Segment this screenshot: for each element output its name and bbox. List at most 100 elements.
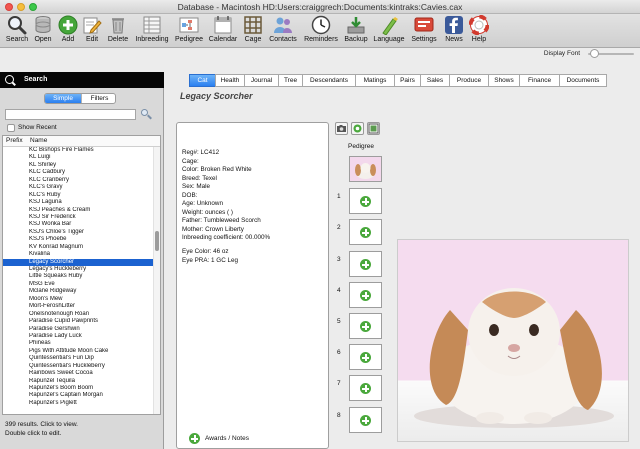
pedigree-slot-8[interactable] — [349, 407, 382, 433]
trash-icon — [108, 15, 128, 35]
list-item[interactable]: KV Konrad Magnum — [3, 244, 153, 251]
show-recent-checkbox[interactable] — [7, 124, 15, 132]
list-item[interactable]: KSJ's Chloe's Tigger — [3, 229, 153, 236]
tab-cat[interactable]: Cat — [189, 74, 216, 87]
display-font-slider-knob[interactable] — [590, 49, 599, 58]
search-input[interactable] — [5, 109, 136, 120]
tab-produce[interactable]: Produce — [449, 74, 489, 87]
toolbar-calendar-button[interactable]: Calendar — [207, 15, 239, 47]
add-icon — [360, 383, 371, 394]
segment-filters[interactable]: Filters — [81, 94, 115, 103]
pedigree-icon — [179, 15, 199, 35]
list-item[interactable]: Paradise Gershwin — [3, 326, 153, 333]
tab-shows[interactable]: Shows — [488, 74, 520, 87]
pedigree-slot-1[interactable] — [349, 188, 382, 214]
tab-journal[interactable]: Journal — [244, 74, 279, 87]
tab-sales[interactable]: Sales — [420, 74, 450, 87]
list-item[interactable]: Legacy Scorcher — [3, 258, 153, 266]
toolbar-help-button[interactable]: Help — [468, 14, 490, 47]
record-title: Legacy Scorcher — [180, 91, 253, 101]
toolbar-reminders-button[interactable]: Reminders — [302, 15, 340, 47]
list-item[interactable]: KSJ's Phoebe — [3, 236, 153, 243]
results-list: Prefix Name KC Bishops Fire Flames KL Lui… — [2, 135, 161, 415]
toolbar-open-button[interactable]: Open — [31, 15, 55, 47]
list-item[interactable]: Paradise Lady Luck — [3, 333, 153, 340]
inbreeding-icon — [142, 15, 162, 35]
tab-descendants[interactable]: Descendants — [302, 74, 356, 87]
list-item[interactable]: Onelsnotenough Roan — [3, 311, 153, 318]
list-item[interactable]: Rapunzel's Captain Morgan — [3, 392, 153, 399]
segment-simple[interactable]: Simple — [45, 94, 81, 103]
toolbar-add-button[interactable]: Add — [57, 15, 79, 47]
add-icon — [360, 227, 371, 238]
list-item[interactable]: Mort-FeroshLitter — [3, 303, 153, 310]
list-item[interactable]: Phineas — [3, 340, 153, 347]
list-item[interactable]: Rainbows Sweet Cocoa — [3, 370, 153, 377]
toolbar-contacts-button[interactable]: Contacts — [267, 15, 299, 47]
list-item[interactable]: Quintessential's Fun Dip — [3, 355, 153, 362]
list-item[interactable]: KLC's Gravy — [3, 184, 153, 191]
list-scrollbar[interactable] — [153, 147, 160, 414]
list-item[interactable]: KC Bishops Fire Flames — [3, 147, 153, 154]
list-item[interactable]: Quintessential's Huckleberry — [3, 363, 153, 370]
tab-health[interactable]: Health — [215, 74, 245, 87]
tab-documents[interactable]: Documents — [559, 74, 607, 87]
toolbar-search-button[interactable]: Search — [4, 15, 30, 47]
pedigree-slot-3[interactable] — [349, 251, 382, 277]
list-item[interactable]: KLC Cranberry — [3, 177, 153, 184]
gallery-button[interactable] — [367, 122, 380, 135]
tab-finance[interactable]: Finance — [519, 74, 560, 87]
tab-tree[interactable]: Tree — [278, 74, 303, 87]
list-item[interactable]: Rapunzel's Boom Boom — [3, 385, 153, 392]
toolbar-backup-button[interactable]: Backup — [342, 15, 370, 47]
add-icon — [360, 196, 371, 207]
tab-pairs[interactable]: Pairs — [394, 74, 421, 87]
list-item[interactable]: Pigs With Attitude Moon Cake — [3, 348, 153, 355]
toolbar-settings-button[interactable]: Settings — [408, 15, 440, 47]
details-panel: Reg#: LC412 Cage: Color: Broken Red Whit… — [176, 122, 329, 449]
paw-button[interactable] — [351, 122, 364, 135]
toolbar-delete-button[interactable]: Delete — [105, 15, 131, 47]
list-item[interactable]: Mclane Ridgeway — [3, 288, 153, 295]
list-item[interactable]: KLC's Ruby — [3, 192, 153, 199]
column-header-prefix[interactable]: Prefix — [6, 137, 23, 144]
list-item[interactable]: MSG Eve — [3, 281, 153, 288]
list-item[interactable]: KSJ Peaches & Cream — [3, 207, 153, 214]
list-item[interactable]: Rapunzel Tequila — [3, 378, 153, 385]
list-item[interactable]: KL Shirley — [3, 162, 153, 169]
toolbar-pedigree-button[interactable]: Pedigree — [173, 15, 205, 47]
clock-icon — [311, 15, 331, 35]
tab-matings[interactable]: Matings — [355, 74, 395, 87]
list-item[interactable]: Little Squeaks Ruby — [3, 273, 153, 280]
list-item[interactable]: KSJ Wonka Bar — [3, 221, 153, 228]
list-item[interactable]: Rapunzel's Piglett — [3, 400, 153, 407]
cage-icon — [243, 15, 263, 35]
toolbar-edit-button[interactable]: Edit — [81, 15, 103, 47]
pedigree-slot-4[interactable] — [349, 282, 382, 308]
list-item[interactable]: Kivalina — [3, 251, 153, 258]
pedigree-slot-7[interactable] — [349, 375, 382, 401]
toolbar-inbreeding-button[interactable]: Inbreeding — [133, 15, 171, 47]
camera-button[interactable] — [335, 122, 348, 135]
detail-father: Father: Tumbleweed Scorch — [182, 217, 261, 224]
list-item[interactable]: Moon's Mew — [3, 296, 153, 303]
list-item[interactable]: KSJ Sir Frederick — [3, 214, 153, 221]
pedigree-slot-6[interactable] — [349, 344, 382, 370]
list-item[interactable]: Legacy's Huckleberry — [3, 266, 153, 273]
detail-reg: Reg#: LC412 — [182, 149, 220, 156]
pedigree-slot-2[interactable] — [349, 219, 382, 245]
list-item[interactable]: KSJ Laguna — [3, 199, 153, 206]
paw-icon — [353, 124, 362, 133]
magnifier-icon[interactable] — [140, 109, 152, 120]
toolbar-language-button[interactable]: Language — [372, 15, 406, 47]
list-item[interactable]: KL Luigi — [3, 154, 153, 161]
pedigree-slot-5[interactable] — [349, 313, 382, 339]
column-header-name[interactable]: Name — [30, 137, 47, 144]
toolbar-news-button[interactable]: News — [442, 15, 466, 47]
pedigree-thumbnail[interactable] — [349, 156, 382, 182]
detail-inbreeding: Inbreeding coefficient: 00.000% — [182, 234, 271, 241]
list-item[interactable]: KLC Cadbury — [3, 169, 153, 176]
list-item[interactable]: Paradise Cupid Pawprints — [3, 318, 153, 325]
toolbar-cage-button[interactable]: Cage — [241, 15, 265, 47]
list-scrollbar-thumb[interactable] — [155, 231, 159, 251]
